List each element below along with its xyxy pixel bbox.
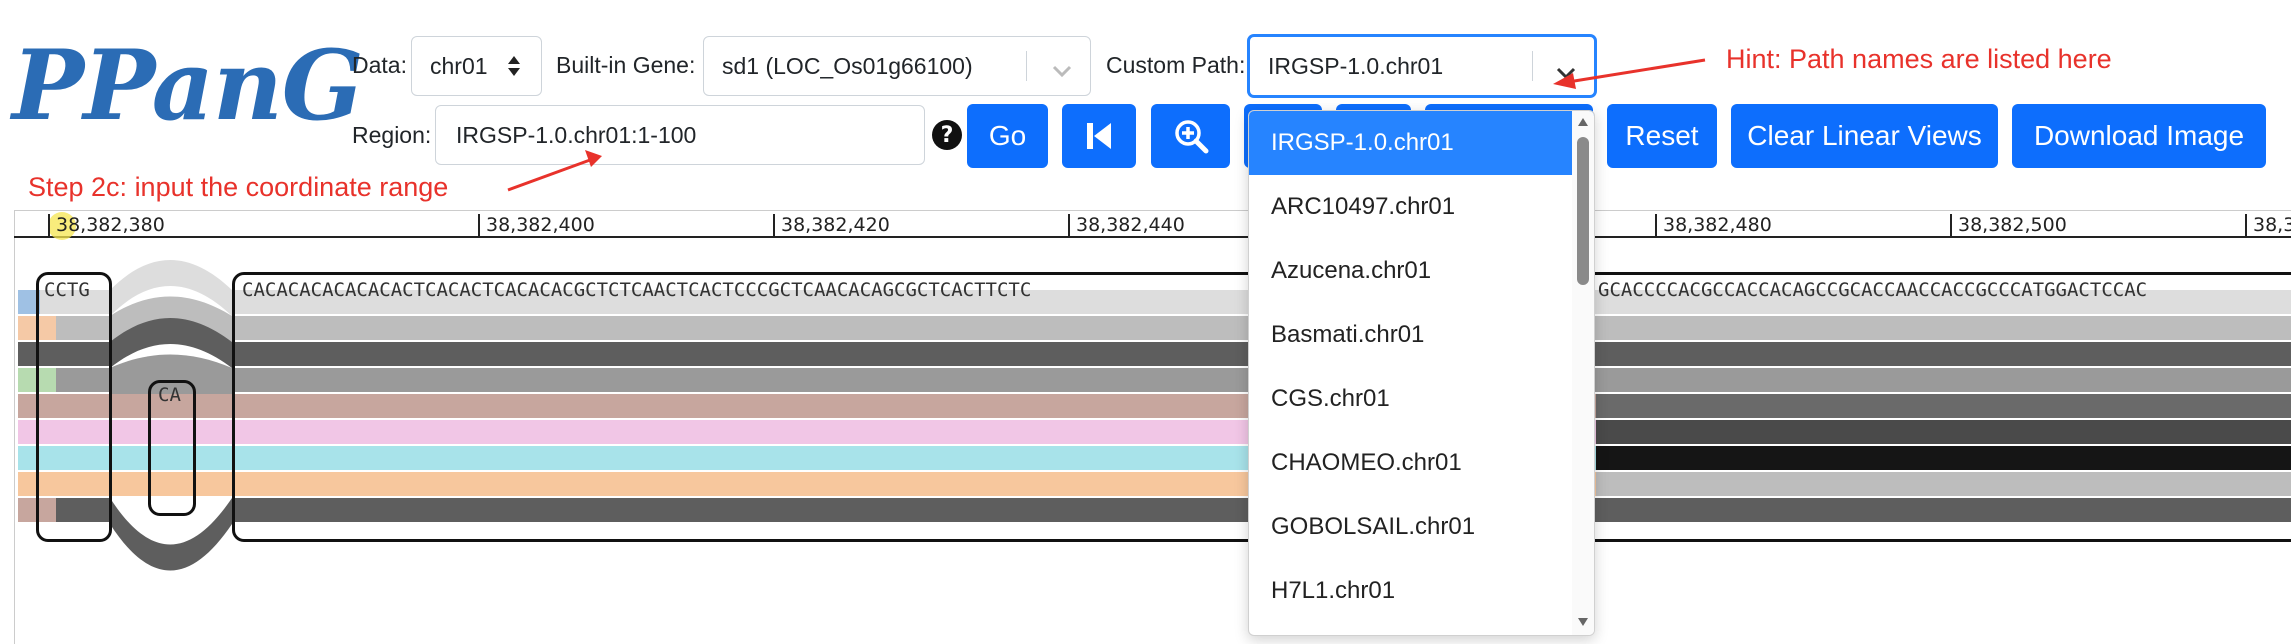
node-sequence: GCACCCCACGCCACCACAGCCGCACCAACCACCGCCCATG…	[1598, 279, 2148, 301]
path-dropdown-menu[interactable]: IRGSP-1.0.chr01 ARC10497.chr01 Azucena.c…	[1248, 110, 1595, 636]
graph-node[interactable]	[36, 272, 112, 542]
dropdown-option[interactable]: Azucena.chr01	[1249, 239, 1594, 303]
scroll-up-icon[interactable]	[1577, 117, 1589, 127]
dropdown-option[interactable]: GOBOLSAIL.chr01	[1249, 495, 1594, 559]
dropdown-option[interactable]: Basmati.chr01	[1249, 303, 1594, 367]
dropdown-option[interactable]: IRGSP-1.0.chr01	[1249, 111, 1594, 175]
dropdown-option[interactable]: H7L1.chr01	[1249, 559, 1594, 623]
dropdown-scroll-thumb[interactable]	[1577, 137, 1589, 285]
dropdown-option[interactable]: CHAOMEO.chr01	[1249, 431, 1594, 495]
node-sequence: CCTG	[44, 279, 90, 301]
dropdown-scrollbar[interactable]	[1572, 111, 1594, 635]
dropdown-option[interactable]: ARC10497.chr01	[1249, 175, 1594, 239]
scroll-down-icon[interactable]	[1577, 617, 1589, 627]
dropdown-option[interactable]: CGS.chr01	[1249, 367, 1594, 431]
node-sequence: CACACACACACACACTCACACTCACACACGCTCTCAACTC…	[242, 279, 1032, 301]
node-sequence: CA	[158, 384, 181, 406]
